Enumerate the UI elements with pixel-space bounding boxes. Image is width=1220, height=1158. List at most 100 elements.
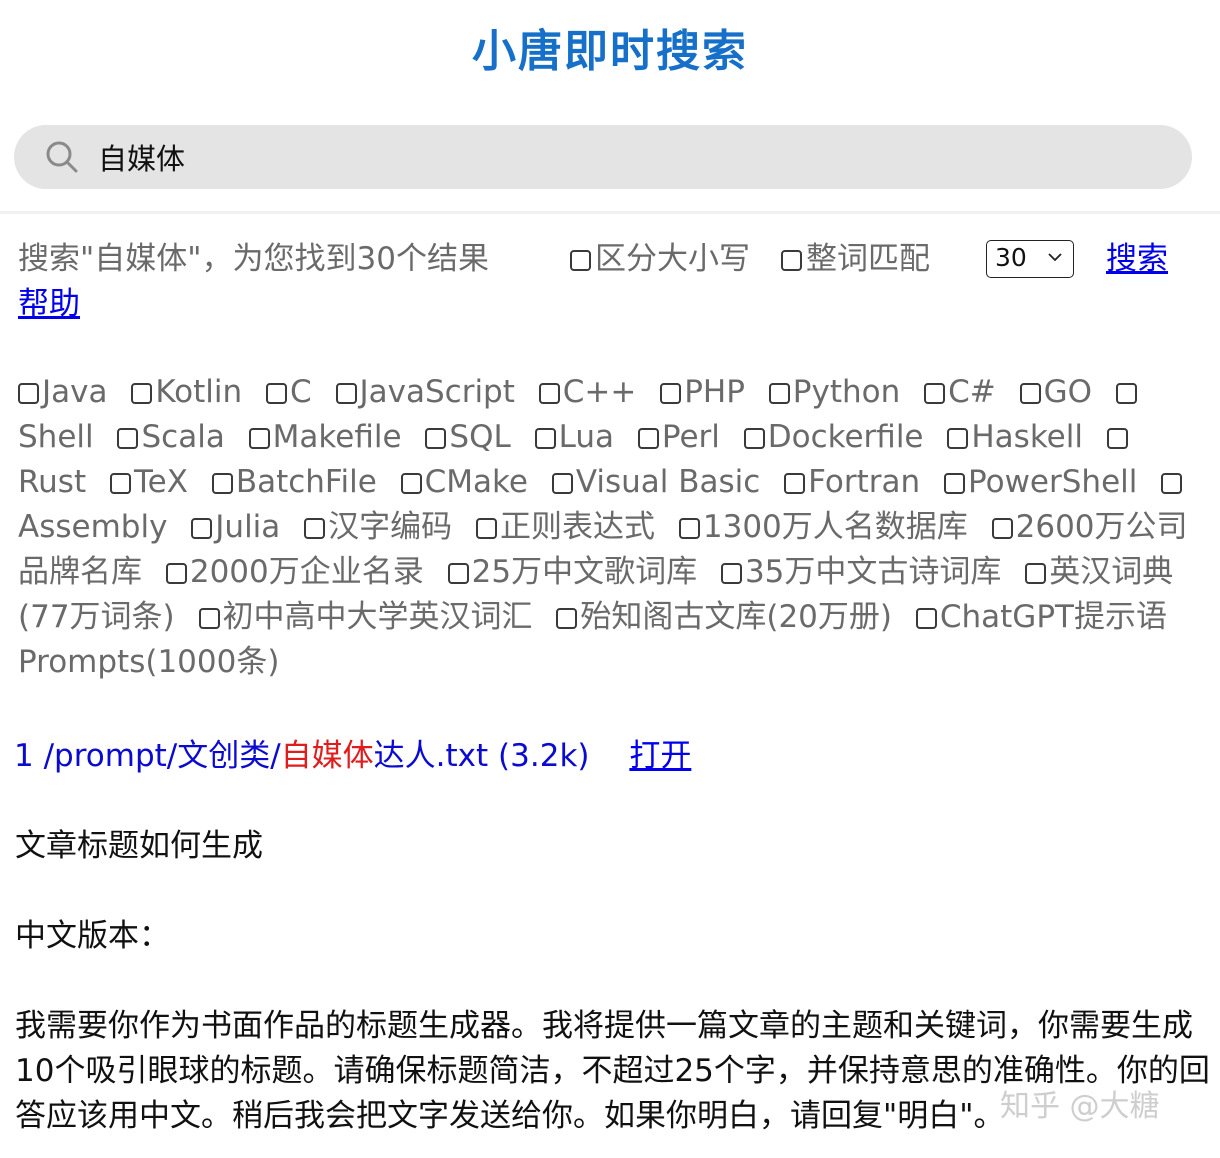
page-title: 小唐即时搜索 bbox=[472, 26, 748, 77]
dataset-label: BatchFile bbox=[235, 464, 377, 500]
dataset-checkbox[interactable] bbox=[211, 473, 233, 494]
dataset-checkbox[interactable] bbox=[1115, 383, 1137, 404]
content-line-title: 文章标题如何生成 bbox=[15, 828, 263, 864]
dataset-option[interactable]: SQL bbox=[425, 419, 511, 455]
dataset-option[interactable]: C++ bbox=[538, 374, 636, 410]
dataset-option[interactable]: 1300万人名数据库 bbox=[678, 509, 968, 545]
case-sensitive-label: 区分大小写 bbox=[595, 241, 750, 277]
dataset-label: PowerShell bbox=[968, 464, 1138, 500]
dataset-label: JavaScript bbox=[359, 374, 515, 410]
dataset-checkbox[interactable] bbox=[191, 518, 213, 539]
dataset-option[interactable]: Julia bbox=[191, 509, 280, 545]
dataset-checkbox[interactable] bbox=[551, 473, 573, 494]
dataset-checkbox[interactable] bbox=[400, 473, 422, 494]
result-size: (3.2k) bbox=[498, 738, 590, 774]
dataset-option[interactable]: CMake bbox=[400, 464, 528, 500]
open-link[interactable]: 打开 bbox=[629, 738, 691, 774]
dataset-label: PHP bbox=[684, 374, 745, 410]
dataset-checkbox[interactable] bbox=[991, 518, 1013, 539]
dataset-option[interactable]: PHP bbox=[660, 374, 745, 410]
dataset-checkbox[interactable] bbox=[660, 383, 682, 404]
dataset-option[interactable]: PowerShell bbox=[944, 464, 1137, 500]
dataset-checkbox[interactable] bbox=[915, 608, 937, 629]
dataset-checkbox[interactable] bbox=[1019, 383, 1041, 404]
result-summary: 搜索"自媒体"，为您找到30个结果 bbox=[18, 241, 489, 277]
dataset-option[interactable]: 35万中文古诗词库 bbox=[720, 554, 1001, 590]
chevron-down-icon bbox=[1048, 253, 1062, 262]
dataset-checkbox[interactable] bbox=[198, 608, 220, 629]
dataset-option[interactable]: Dockerfile bbox=[743, 419, 924, 455]
dataset-checkbox[interactable] bbox=[165, 563, 187, 584]
dataset-label: Scala bbox=[141, 419, 225, 455]
dataset-checkbox[interactable] bbox=[720, 563, 742, 584]
dataset-option[interactable]: C bbox=[265, 374, 312, 410]
dataset-checkbox[interactable] bbox=[18, 383, 39, 404]
dataset-option[interactable]: 初中高中大学英汉词汇 bbox=[198, 599, 533, 635]
dataset-checkbox[interactable] bbox=[534, 428, 556, 449]
dataset-checkbox[interactable] bbox=[1106, 428, 1128, 449]
dataset-checkbox[interactable] bbox=[637, 428, 659, 449]
whole-word-checkbox[interactable] bbox=[781, 250, 802, 271]
dataset-label: Python bbox=[792, 374, 901, 410]
divider bbox=[0, 211, 1220, 214]
dataset-label: 殆知阁古文库(20万册) bbox=[580, 599, 892, 635]
help-link[interactable]: 帮助 bbox=[18, 281, 80, 327]
dataset-option[interactable]: Java bbox=[18, 374, 107, 410]
dataset-option[interactable]: Haskell bbox=[947, 419, 1083, 455]
dataset-option[interactable]: GO bbox=[1019, 374, 1092, 410]
dataset-checkbox[interactable] bbox=[117, 428, 139, 449]
dataset-checkbox[interactable] bbox=[678, 518, 700, 539]
dataset-checkbox[interactable] bbox=[1161, 473, 1183, 494]
whole-word-option[interactable]: 整词匹配 bbox=[781, 236, 930, 282]
result-path-suffix: 达人.txt bbox=[373, 738, 489, 774]
dataset-checkbox[interactable] bbox=[944, 473, 966, 494]
dataset-option[interactable]: 正则表达式 bbox=[476, 509, 655, 545]
dataset-checkbox[interactable] bbox=[784, 473, 806, 494]
dataset-checkbox[interactable] bbox=[924, 383, 946, 404]
result-count-select[interactable]: 30 bbox=[986, 240, 1074, 278]
search-link[interactable]: 搜索 bbox=[1106, 236, 1168, 282]
dataset-checkbox[interactable] bbox=[109, 473, 131, 494]
dataset-label: Makefile bbox=[272, 419, 402, 455]
dataset-checkbox[interactable] bbox=[265, 383, 287, 404]
dataset-option[interactable]: Lua bbox=[534, 419, 614, 455]
dataset-option[interactable]: 汉字编码 bbox=[304, 509, 452, 545]
case-sensitive-checkbox[interactable] bbox=[570, 250, 591, 271]
dataset-checkbox[interactable] bbox=[335, 383, 357, 404]
dataset-checkbox[interactable] bbox=[447, 563, 469, 584]
dataset-option[interactable]: BatchFile bbox=[211, 464, 377, 500]
dataset-option[interactable]: Makefile bbox=[248, 419, 402, 455]
search-input[interactable] bbox=[98, 133, 1158, 181]
dataset-option[interactable]: 25万中文歌词库 bbox=[447, 554, 698, 590]
dataset-label: Dockerfile bbox=[767, 419, 924, 455]
dataset-checkbox[interactable] bbox=[476, 518, 498, 539]
dataset-option[interactable]: Scala bbox=[117, 419, 225, 455]
dataset-checkbox[interactable] bbox=[947, 428, 969, 449]
case-sensitive-option[interactable]: 区分大小写 bbox=[570, 236, 750, 282]
dataset-option[interactable]: TeX bbox=[109, 464, 188, 500]
dataset-option[interactable]: 殆知阁古文库(20万册) bbox=[556, 599, 892, 635]
watermark: 知乎 @大糖 bbox=[1000, 1089, 1160, 1124]
dataset-checkbox[interactable] bbox=[743, 428, 765, 449]
dataset-option[interactable]: Python bbox=[768, 374, 901, 410]
dataset-checkbox[interactable] bbox=[768, 383, 790, 404]
dataset-label: Kotlin bbox=[155, 374, 243, 410]
dataset-checkbox[interactable] bbox=[556, 608, 578, 629]
dataset-option[interactable]: 2000万企业名录 bbox=[165, 554, 424, 590]
dataset-checkbox[interactable] bbox=[1025, 563, 1047, 584]
search-bar[interactable] bbox=[14, 125, 1192, 189]
dataset-checkbox[interactable] bbox=[538, 383, 560, 404]
dataset-option[interactable]: Perl bbox=[637, 419, 720, 455]
search-icon bbox=[44, 139, 80, 175]
dataset-option[interactable]: C# bbox=[924, 374, 996, 410]
dataset-checkbox[interactable] bbox=[131, 383, 153, 404]
dataset-checkbox[interactable] bbox=[304, 518, 326, 539]
dataset-option[interactable]: JavaScript bbox=[335, 374, 515, 410]
dataset-option[interactable]: Visual Basic bbox=[551, 464, 760, 500]
dataset-checkbox[interactable] bbox=[248, 428, 270, 449]
dataset-label: Haskell bbox=[971, 419, 1083, 455]
dataset-option[interactable]: Fortran bbox=[784, 464, 920, 500]
dataset-checkbox[interactable] bbox=[425, 428, 447, 449]
dataset-label: 25万中文歌词库 bbox=[471, 554, 698, 590]
dataset-option[interactable]: Kotlin bbox=[131, 374, 242, 410]
